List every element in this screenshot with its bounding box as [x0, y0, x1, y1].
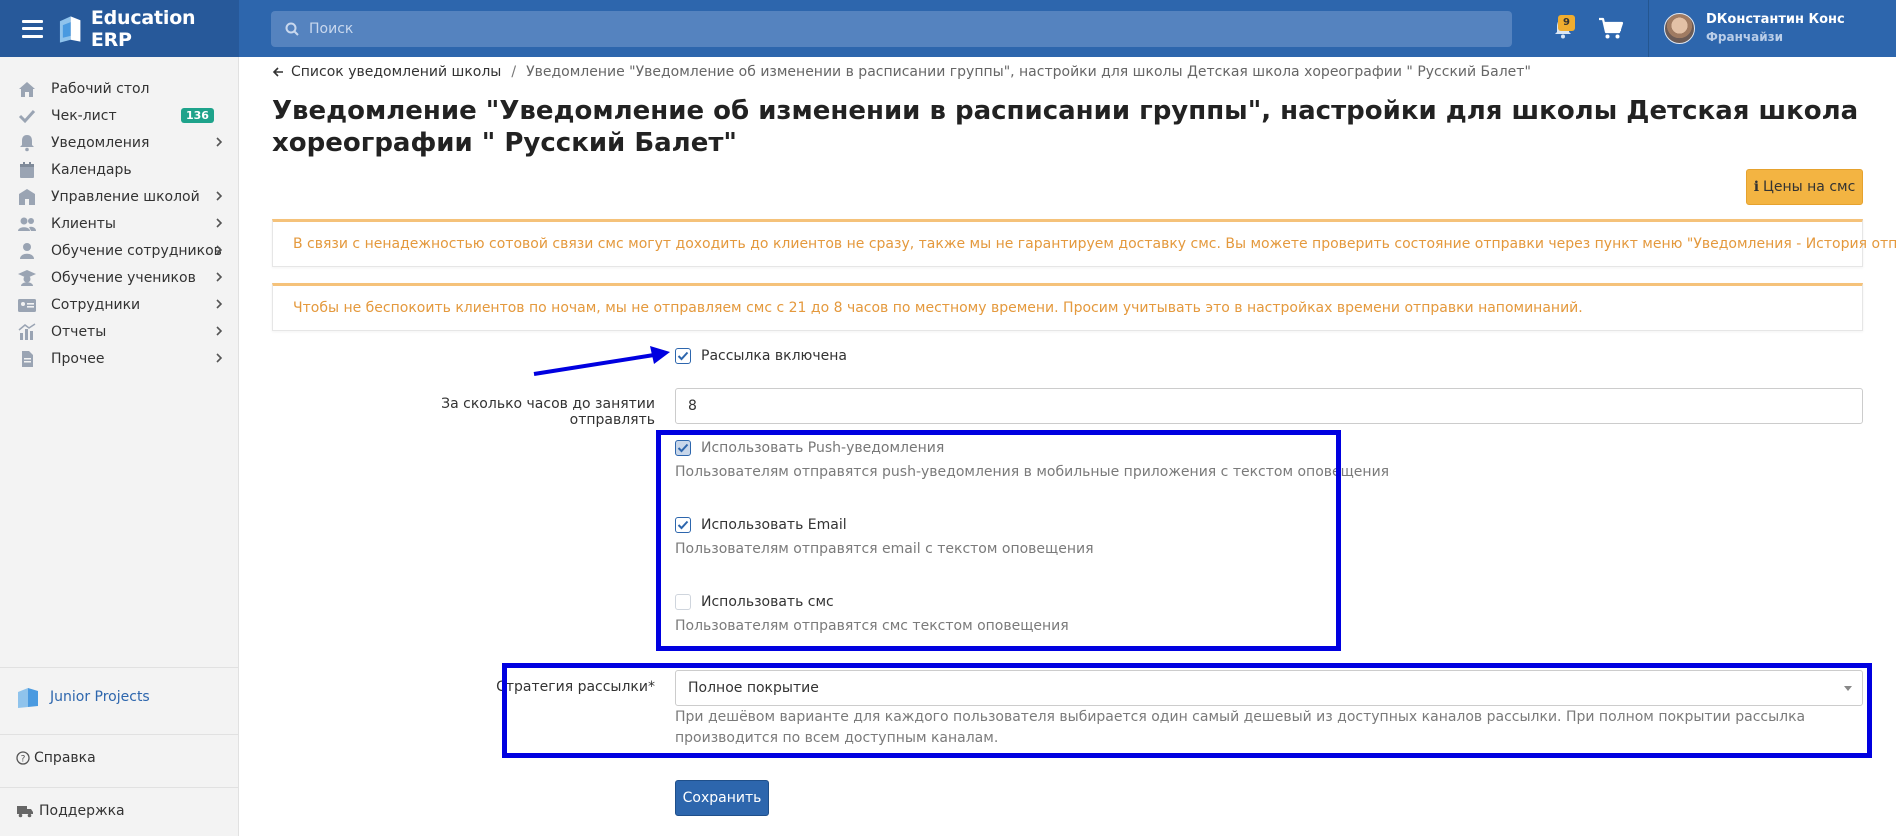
check-icon [18, 109, 36, 124]
search-input[interactable] [309, 20, 1489, 37]
sidebar-item-label: Отчеты [51, 324, 107, 340]
alert-night-warning: Чтобы не беспокоить клиентов по ночам, м… [272, 283, 1863, 331]
chevron-right-icon [216, 218, 223, 228]
notifications-badge: 9 [1558, 15, 1575, 31]
sidebar-item-label: Рабочий стол [51, 81, 150, 97]
chevron-right-icon [216, 272, 223, 282]
help-label: Справка [34, 750, 96, 766]
question-circle-icon: ? [16, 751, 30, 765]
info-icon: i [1753, 179, 1760, 195]
avatar[interactable] [1664, 13, 1695, 44]
sidebar-item-label: Обучение учеников [51, 270, 196, 286]
sidebar: Рабочий стол Чек-лист 136 Уведомления Ка… [0, 57, 239, 836]
save-button[interactable]: Сохранить [675, 780, 769, 816]
teacher-icon [20, 243, 34, 259]
help-link[interactable]: ? Справка [16, 750, 96, 766]
hours-before-input[interactable]: 8 [675, 388, 1863, 424]
home-icon [19, 82, 35, 97]
chevron-right-icon [216, 299, 223, 309]
breadcrumb-current: Уведомление "Уведомление об изменении в … [526, 64, 1531, 80]
chevron-right-icon [216, 191, 223, 201]
logo-icon [60, 15, 81, 43]
mailing-enabled-label: Рассылка включена [701, 348, 847, 364]
sidebar-divider [0, 667, 238, 668]
sms-prices-button[interactable]: i Цены на смс [1746, 169, 1863, 205]
sidebar-item-other[interactable]: Прочее [0, 343, 238, 375]
search-icon [285, 22, 299, 36]
mailing-enabled-option[interactable]: Рассылка включена [675, 348, 847, 364]
junior-projects-link[interactable]: Junior Projects [16, 685, 150, 709]
sidebar-item-label: Клиенты [51, 216, 116, 232]
chevron-right-icon [216, 245, 223, 255]
checklist-badge: 136 [181, 108, 214, 123]
sidebar-item-label: Чек-лист [51, 108, 117, 124]
truck-icon [17, 806, 33, 818]
user-role: Франчайзи [1706, 30, 1784, 44]
page-title: Уведомление "Уведомление об изменении в … [272, 96, 1859, 158]
alert-night-text: Чтобы не беспокоить клиентов по ночам, м… [293, 300, 1583, 316]
sidebar-divider [0, 787, 238, 788]
breadcrumb-separator: / [511, 64, 517, 80]
school-icon [19, 189, 35, 205]
svg-text:?: ? [21, 755, 26, 765]
junior-projects-label: Junior Projects [50, 689, 150, 705]
annotation-frame-strategy [502, 663, 1872, 758]
junior-projects-icon [18, 688, 38, 708]
sidebar-divider [0, 734, 238, 735]
users-icon [18, 217, 36, 231]
graduation-icon [18, 270, 36, 286]
annotation-frame-channels [656, 430, 1341, 651]
mailing-enabled-checkbox[interactable] [675, 348, 691, 364]
alert-delivery-text: В связи с ненадежностью сотовой связи см… [293, 236, 1896, 252]
calendar-icon [20, 162, 34, 178]
sms-prices-label: Цены на смс [1763, 179, 1856, 195]
annotation-arrow-icon [533, 346, 670, 376]
menu-icon[interactable] [22, 19, 44, 38]
chart-icon [18, 323, 36, 340]
brand-name[interactable]: Education ERP [91, 7, 239, 51]
alert-delivery-warning: В связи с ненадежностью сотовой связи см… [272, 219, 1896, 267]
sidebar-item-label: Календарь [51, 162, 132, 178]
hours-before-label: За сколько часов до занятии отправлять [441, 396, 655, 428]
bell-icon [20, 135, 34, 152]
sidebar-item-label: Управление школой [51, 189, 200, 205]
sidebar-item-label: Сотрудники [51, 297, 141, 313]
sidebar-item-label: Обучение сотрудников [51, 243, 222, 259]
top-divider [1648, 0, 1649, 57]
id-card-icon [18, 299, 36, 312]
search-bar[interactable] [271, 10, 1512, 47]
support-link[interactable]: Поддержка [16, 803, 125, 819]
breadcrumb: Список уведомлений школы / Уведомление "… [272, 64, 1531, 80]
breadcrumb-back-link[interactable]: Список уведомлений школы [291, 64, 501, 80]
support-label: Поддержка [39, 803, 125, 819]
check-icon [677, 351, 689, 361]
sidebar-item-label: Уведомления [51, 135, 150, 151]
chevron-right-icon [216, 137, 223, 147]
user-name[interactable]: DКонстантин Конс... [1706, 12, 1846, 27]
chevron-right-icon [216, 353, 223, 363]
file-icon [22, 351, 33, 367]
chevron-right-icon [216, 326, 223, 336]
cart-icon[interactable] [1598, 17, 1624, 41]
brand: Education ERP [0, 0, 239, 57]
arrow-left-icon [272, 67, 283, 77]
sidebar-item-label: Прочее [51, 351, 105, 367]
